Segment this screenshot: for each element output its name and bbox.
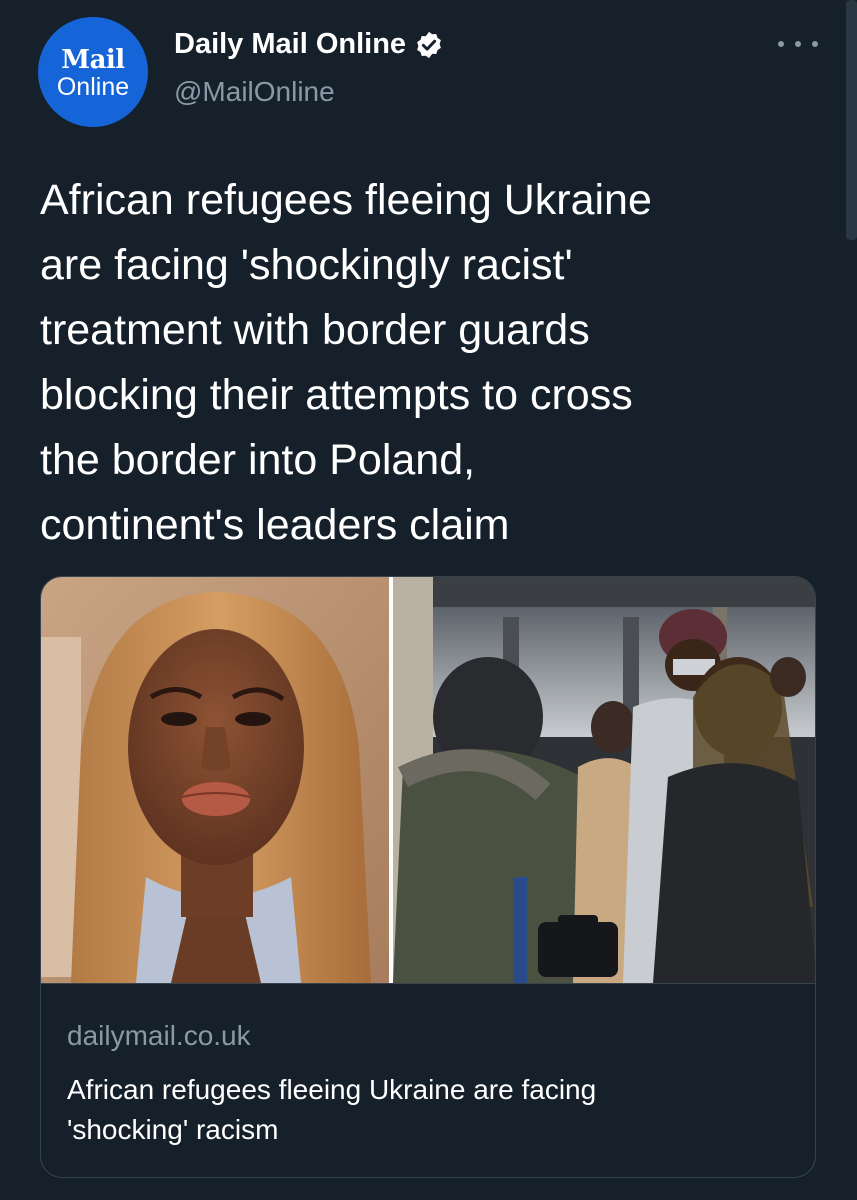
more-dot: [778, 41, 784, 47]
tweet-text-line: blocking their attempts to cross: [40, 371, 633, 419]
scrollbar[interactable]: [846, 0, 857, 240]
card-meta[interactable]: dailymail.co.uk African refugees fleeing…: [41, 983, 815, 1177]
handle[interactable]: @MailOnline: [174, 76, 335, 108]
more-dot: [812, 41, 818, 47]
card-photo-portrait: [41, 577, 389, 983]
author-name-row: Daily Mail Online: [174, 28, 444, 61]
card-title: African refugees fleeing Ukraine are fac…: [67, 1070, 787, 1150]
tweet-text-line: are facing 'shockingly racist': [40, 241, 573, 289]
tweet-page: Mail Online Daily Mail Online @MailOnlin…: [0, 0, 857, 1200]
avatar-logo-online: Online: [56, 73, 130, 101]
more-options-icon[interactable]: [778, 34, 818, 54]
card-domain: dailymail.co.uk: [67, 1020, 251, 1051]
verified-badge-icon: [417, 31, 441, 58]
more-dot: [795, 41, 801, 47]
tweet-text: African refugees fleeing Ukraine are fac…: [40, 168, 830, 558]
avatar[interactable]: Mail Online: [38, 17, 148, 127]
card-images[interactable]: [41, 577, 815, 983]
tweet-text-line: the border into Poland,: [40, 436, 476, 484]
tweet-text-line: continent's leaders claim: [40, 501, 510, 549]
avatar-logo-mail: Mail: [61, 45, 125, 75]
link-card[interactable]: dailymail.co.uk African refugees fleeing…: [40, 576, 816, 1178]
card-photo-crowd: [393, 577, 815, 983]
display-name[interactable]: Daily Mail Online: [174, 28, 406, 61]
card-title-line: African refugees fleeing Ukraine are fac…: [67, 1074, 597, 1105]
card-title-line: 'shocking' racism: [67, 1114, 279, 1145]
tweet-text-line: treatment with border guards: [40, 306, 590, 354]
tweet-text-line: African refugees fleeing Ukraine: [40, 176, 652, 224]
